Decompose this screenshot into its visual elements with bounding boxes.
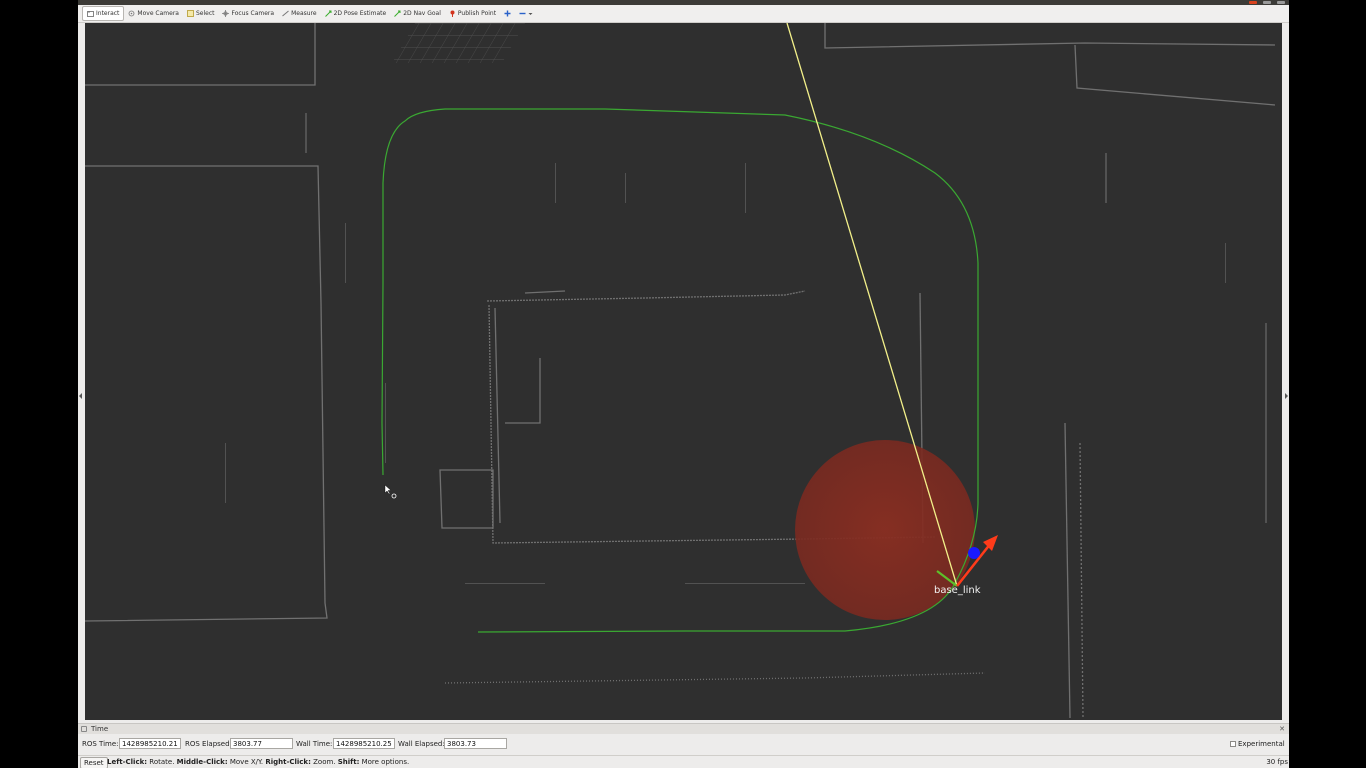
wall-time-field[interactable]: 1428985210.25: [333, 738, 395, 749]
publish-point-pin-icon: [449, 10, 456, 17]
pose-estimate-arrow-icon: [324, 10, 332, 17]
ros-time-label: ROS Time:: [82, 740, 119, 748]
experimental-label: Experimental: [1238, 740, 1285, 748]
tool-2d-pose-estimate[interactable]: 2D Pose Estimate: [321, 7, 391, 20]
focus-camera-icon: [222, 10, 230, 17]
time-fields-row: ROS Time: 1428985210.21 ROS Elapsed: 380…: [78, 738, 1289, 751]
hint-middle-click: Middle-Click:: [176, 758, 228, 766]
occupancy-map-render: [85, 23, 1276, 719]
tool-measure-label: Measure: [291, 10, 317, 17]
tool-move-camera-label: Move Camera: [137, 10, 179, 17]
rviz-window: Interact Move Camera Select Focus Camera…: [78, 0, 1289, 768]
tool-select[interactable]: Select: [183, 7, 219, 20]
frame-label-base-link: base_link: [934, 585, 981, 596]
interact-icon: [87, 10, 94, 17]
mouse-hint-text: Left-Click: Rotate. Middle-Click: Move X…: [107, 758, 409, 766]
panel-close-icon[interactable]: ✕: [1279, 725, 1285, 733]
expand-right-arrow-icon[interactable]: [1285, 393, 1288, 399]
3d-render-viewport[interactable]: base_link: [85, 23, 1282, 720]
hint-shift-action: More options.: [359, 758, 410, 766]
maximize-window-icon[interactable]: [1277, 1, 1285, 4]
tool-focus-camera-label: Focus Camera: [231, 10, 275, 17]
experimental-checkbox[interactable]: [1230, 741, 1236, 747]
left-dock-handle[interactable]: [78, 23, 85, 720]
ros-time-field[interactable]: 1428985210.21: [119, 738, 181, 749]
map-walls: [85, 23, 1276, 719]
tool-2d-nav-goal[interactable]: 2D Nav Goal: [390, 7, 445, 20]
right-dock-handle[interactable]: [1282, 23, 1289, 720]
remove-tool-menu-button[interactable]: [515, 7, 539, 20]
tool-2d-nav-goal-label: 2D Nav Goal: [403, 10, 441, 17]
move-camera-icon: [128, 10, 135, 17]
time-panel-title: Time: [91, 725, 109, 733]
select-icon: [187, 10, 194, 17]
ros-elapsed-label: ROS Elapsed:: [185, 740, 232, 748]
add-tool-button[interactable]: [500, 7, 515, 20]
nav-goal-arrow-icon: [394, 10, 401, 17]
hint-left-action: Rotate.: [147, 758, 177, 766]
hint-shift: Shift:: [337, 758, 360, 766]
plus-icon: [504, 10, 511, 17]
time-panel-header: Time ✕: [78, 724, 1289, 734]
tool-2d-pose-estimate-label: 2D Pose Estimate: [333, 10, 387, 17]
time-panel: Time ✕ ROS Time: 1428985210.21 ROS Elaps…: [78, 723, 1289, 756]
dropdown-arrow-icon: [528, 10, 535, 17]
minus-icon: [519, 10, 526, 17]
hint-middle-action: Move X/Y.: [227, 758, 266, 766]
mouse-cursor-icon: [384, 484, 397, 499]
wall-time-label: Wall Time:: [296, 740, 333, 748]
wall-elapsed-label: Wall Elapsed:: [398, 740, 445, 748]
tool-measure[interactable]: Measure: [278, 7, 321, 20]
hint-right-click: Right-Click:: [265, 758, 311, 766]
map-speckles: [225, 113, 1267, 584]
tool-interact[interactable]: Interact: [82, 6, 125, 21]
tool-publish-point-label: Publish Point: [457, 10, 497, 17]
fps-readout: 30 fps: [1266, 758, 1288, 766]
reset-button[interactable]: Reset: [80, 757, 108, 768]
tool-focus-camera[interactable]: Focus Camera: [218, 7, 278, 20]
hint-right-action: Zoom.: [310, 758, 338, 766]
ros-elapsed-field[interactable]: 3803.77: [230, 738, 293, 749]
measure-icon: [282, 10, 289, 17]
panel-icon: [81, 726, 87, 732]
tool-publish-point[interactable]: Publish Point: [445, 7, 500, 20]
goal-marker: [968, 547, 980, 559]
expand-left-arrow-icon[interactable]: [79, 393, 82, 399]
tools-toolbar: Interact Move Camera Select Focus Camera…: [78, 5, 1289, 23]
ground-grid: [391, 23, 525, 63]
tool-select-label: Select: [195, 10, 215, 17]
minimize-window-icon[interactable]: [1263, 1, 1271, 4]
tool-interact-label: Interact: [96, 10, 120, 17]
tool-move-camera[interactable]: Move Camera: [124, 7, 183, 20]
wall-elapsed-field[interactable]: 3803.73: [444, 738, 507, 749]
close-window-icon[interactable]: [1249, 1, 1257, 4]
status-bar: Reset Left-Click: Rotate. Middle-Click: …: [78, 755, 1289, 768]
hint-left-click: Left-Click:: [107, 758, 148, 766]
